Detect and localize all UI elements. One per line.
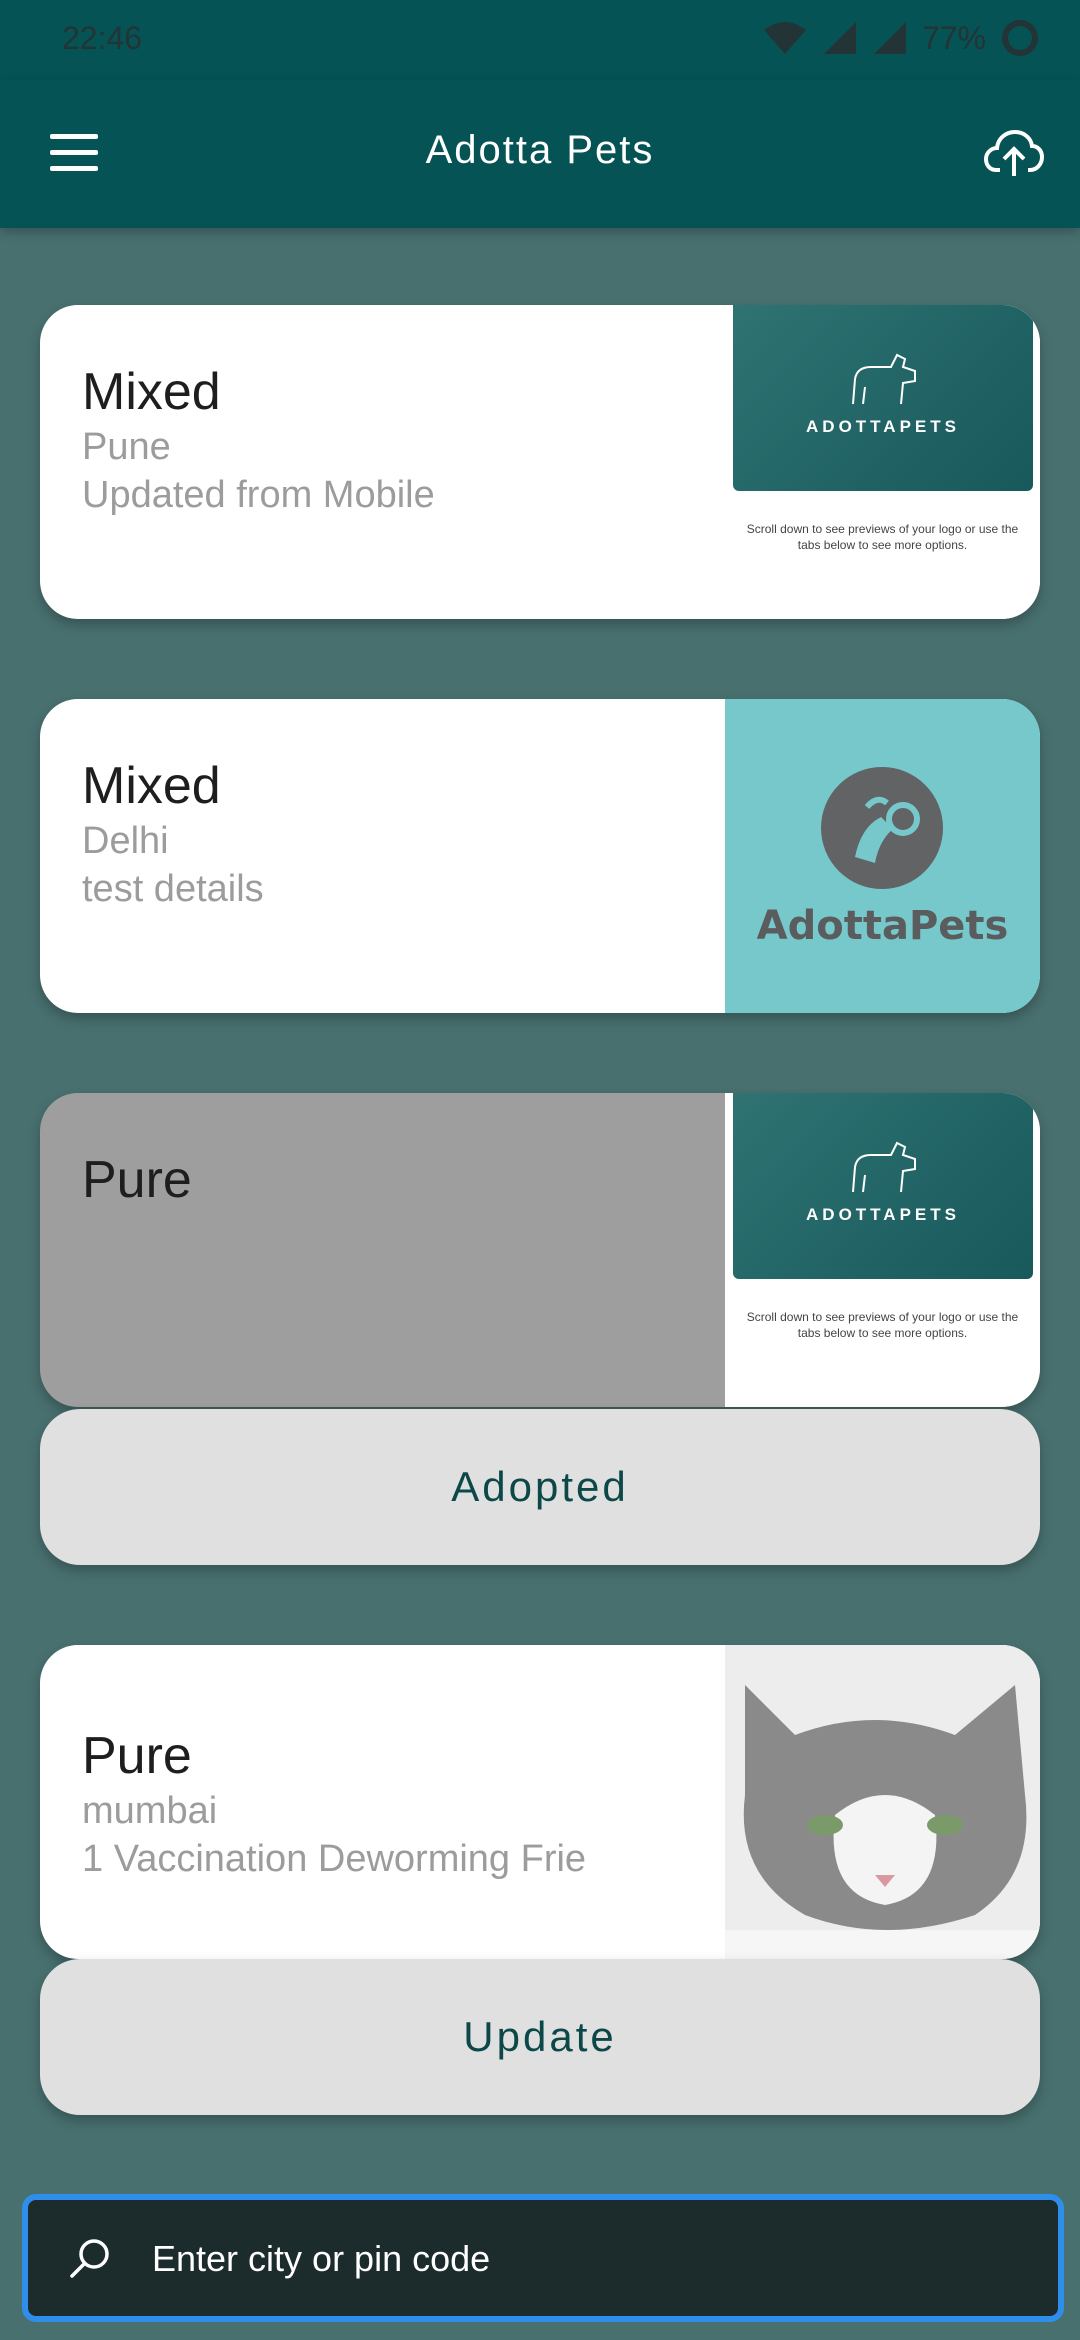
wifi-icon [763,22,806,54]
update-button[interactable]: Update [40,1959,1040,2115]
pet-image: AdottaPets [725,699,1040,1013]
pet-card[interactable]: Pure mumbai 1 Vaccination Deworming Frie [40,1645,1040,1959]
banner-wordmark: ADOTTAPETS [806,1205,960,1224]
cat-photo [725,1645,1040,1959]
adottapets-banner-logo: ADOTTAPETS [733,1093,1033,1279]
pet-card[interactable]: Mixed Delhi test details AdottaPets [40,699,1040,1013]
status-bar: 22:46 77% [0,0,1080,80]
search-icon [70,2239,109,2278]
app-title: Adotta Pets [425,128,655,172]
pet-description: Updated from Mobile [82,474,435,516]
paw-badge-icon [821,767,943,889]
pet-card[interactable]: Mixed Pune Updated from Mobile ADOTTAPET… [40,305,1040,619]
cat-image [725,1645,1040,1959]
banner-wordmark: ADOTTAPETS [806,417,960,436]
logo-text: AdottaPets [756,903,1009,949]
search-input[interactable] [150,2228,1034,2290]
pet-card[interactable]: Pure ADOTTAPETS Scroll down to see previ… [40,1093,1040,1407]
adottapets-banner-logo: ADOTTAPETS [733,305,1033,491]
pet-breed: Mixed [82,757,221,815]
pet-breed: Pure [82,1727,192,1785]
app-bar: Adotta Pets [0,80,1080,228]
pet-info: Pure mumbai 1 Vaccination Deworming Frie [82,1725,586,1883]
adopted-button[interactable]: Adopted [40,1409,1040,1565]
dog-logo-icon [852,1141,916,1193]
pet-city: mumbai [82,1790,218,1832]
pet-breed: Mixed [82,363,221,421]
signal-icon [823,22,856,54]
battery-percent: 77% [921,19,986,56]
pet-description: 1 Vaccination Deworming Frie [82,1838,587,1880]
dog-logo-icon [852,353,916,405]
cloud-upload-icon[interactable] [984,126,1044,180]
pet-image: ADOTTAPETS Scroll down to see previews o… [725,305,1040,619]
pet-info: Pure [82,1149,192,1211]
search-bar[interactable] [22,2194,1064,2322]
pet-city: Pune [82,426,171,468]
pet-info: Mixed Delhi test details [82,755,264,913]
pet-breed: Pure [82,1151,192,1209]
pet-info: Mixed Pune Updated from Mobile [82,361,435,519]
pet-description: test details [82,868,264,910]
status-time: 22:46 [62,20,143,56]
pet-city: Delhi [82,820,169,862]
banner-caption: Scroll down to see previews of your logo… [746,1310,1019,1340]
battery-icon [1002,20,1038,56]
pet-image: ADOTTAPETS Scroll down to see previews o… [725,1093,1040,1407]
signal-icon [873,22,906,54]
banner-caption: Scroll down to see previews of your logo… [746,522,1019,552]
